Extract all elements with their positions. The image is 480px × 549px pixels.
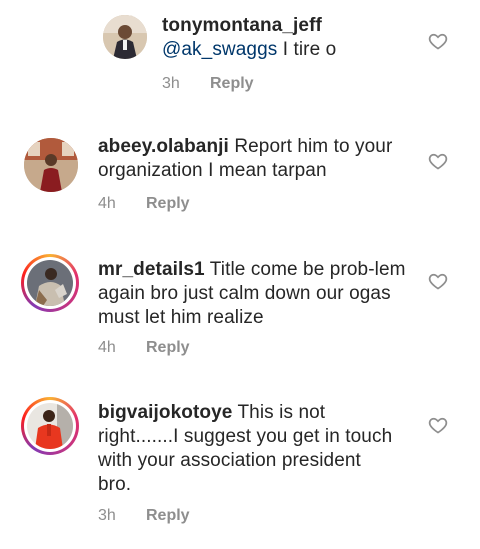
reply-button[interactable]: Reply	[146, 195, 190, 212]
comment-timestamp: 4h	[98, 339, 116, 356]
comment-username[interactable]: bigvaijokotoye	[98, 402, 232, 423]
comment-text: tonymontana_jeff @ak_swaggs I tire o	[162, 14, 412, 62]
reply-button[interactable]: Reply	[146, 507, 190, 524]
comment-body: I tire o	[277, 39, 337, 60]
heart-outline-icon[interactable]	[428, 31, 448, 51]
comment-timestamp: 4h	[98, 195, 116, 212]
heart-outline-icon[interactable]	[428, 271, 448, 291]
comment-text: bigvaijokotoye This is not right.......I…	[98, 401, 398, 497]
avatar-ring-gap	[24, 257, 76, 309]
avatar[interactable]	[103, 15, 147, 59]
mention-link[interactable]: @ak_swaggs	[162, 39, 277, 60]
heart-outline-icon[interactable]	[428, 151, 448, 171]
comment-username[interactable]: mr_details1	[98, 259, 205, 280]
comment-meta: 4h Reply	[98, 338, 190, 358]
heart-outline-icon[interactable]	[428, 415, 448, 435]
comment-meta: 3h Reply	[98, 506, 190, 526]
avatar-story-ring[interactable]	[21, 397, 79, 455]
comment-text: abeey.olabanji Report him to your organi…	[98, 135, 428, 183]
avatar-story-ring[interactable]	[21, 254, 79, 312]
avatar	[27, 260, 73, 306]
comment-timestamp: 3h	[162, 75, 180, 92]
avatar-ring-gap	[24, 400, 76, 452]
comment-meta: 4h Reply	[98, 194, 190, 214]
reply-button[interactable]: Reply	[146, 339, 190, 356]
comment-timestamp: 3h	[98, 507, 116, 524]
comment-username[interactable]: abeey.olabanji	[98, 136, 229, 157]
reply-button[interactable]: Reply	[210, 75, 254, 92]
comment-text: mr_details1 Title come be prob-lem again…	[98, 258, 418, 330]
comment-username[interactable]: tonymontana_jeff	[162, 15, 322, 36]
comment-meta: 3h Reply	[162, 74, 254, 94]
avatar[interactable]	[24, 138, 78, 192]
avatar	[27, 403, 73, 449]
